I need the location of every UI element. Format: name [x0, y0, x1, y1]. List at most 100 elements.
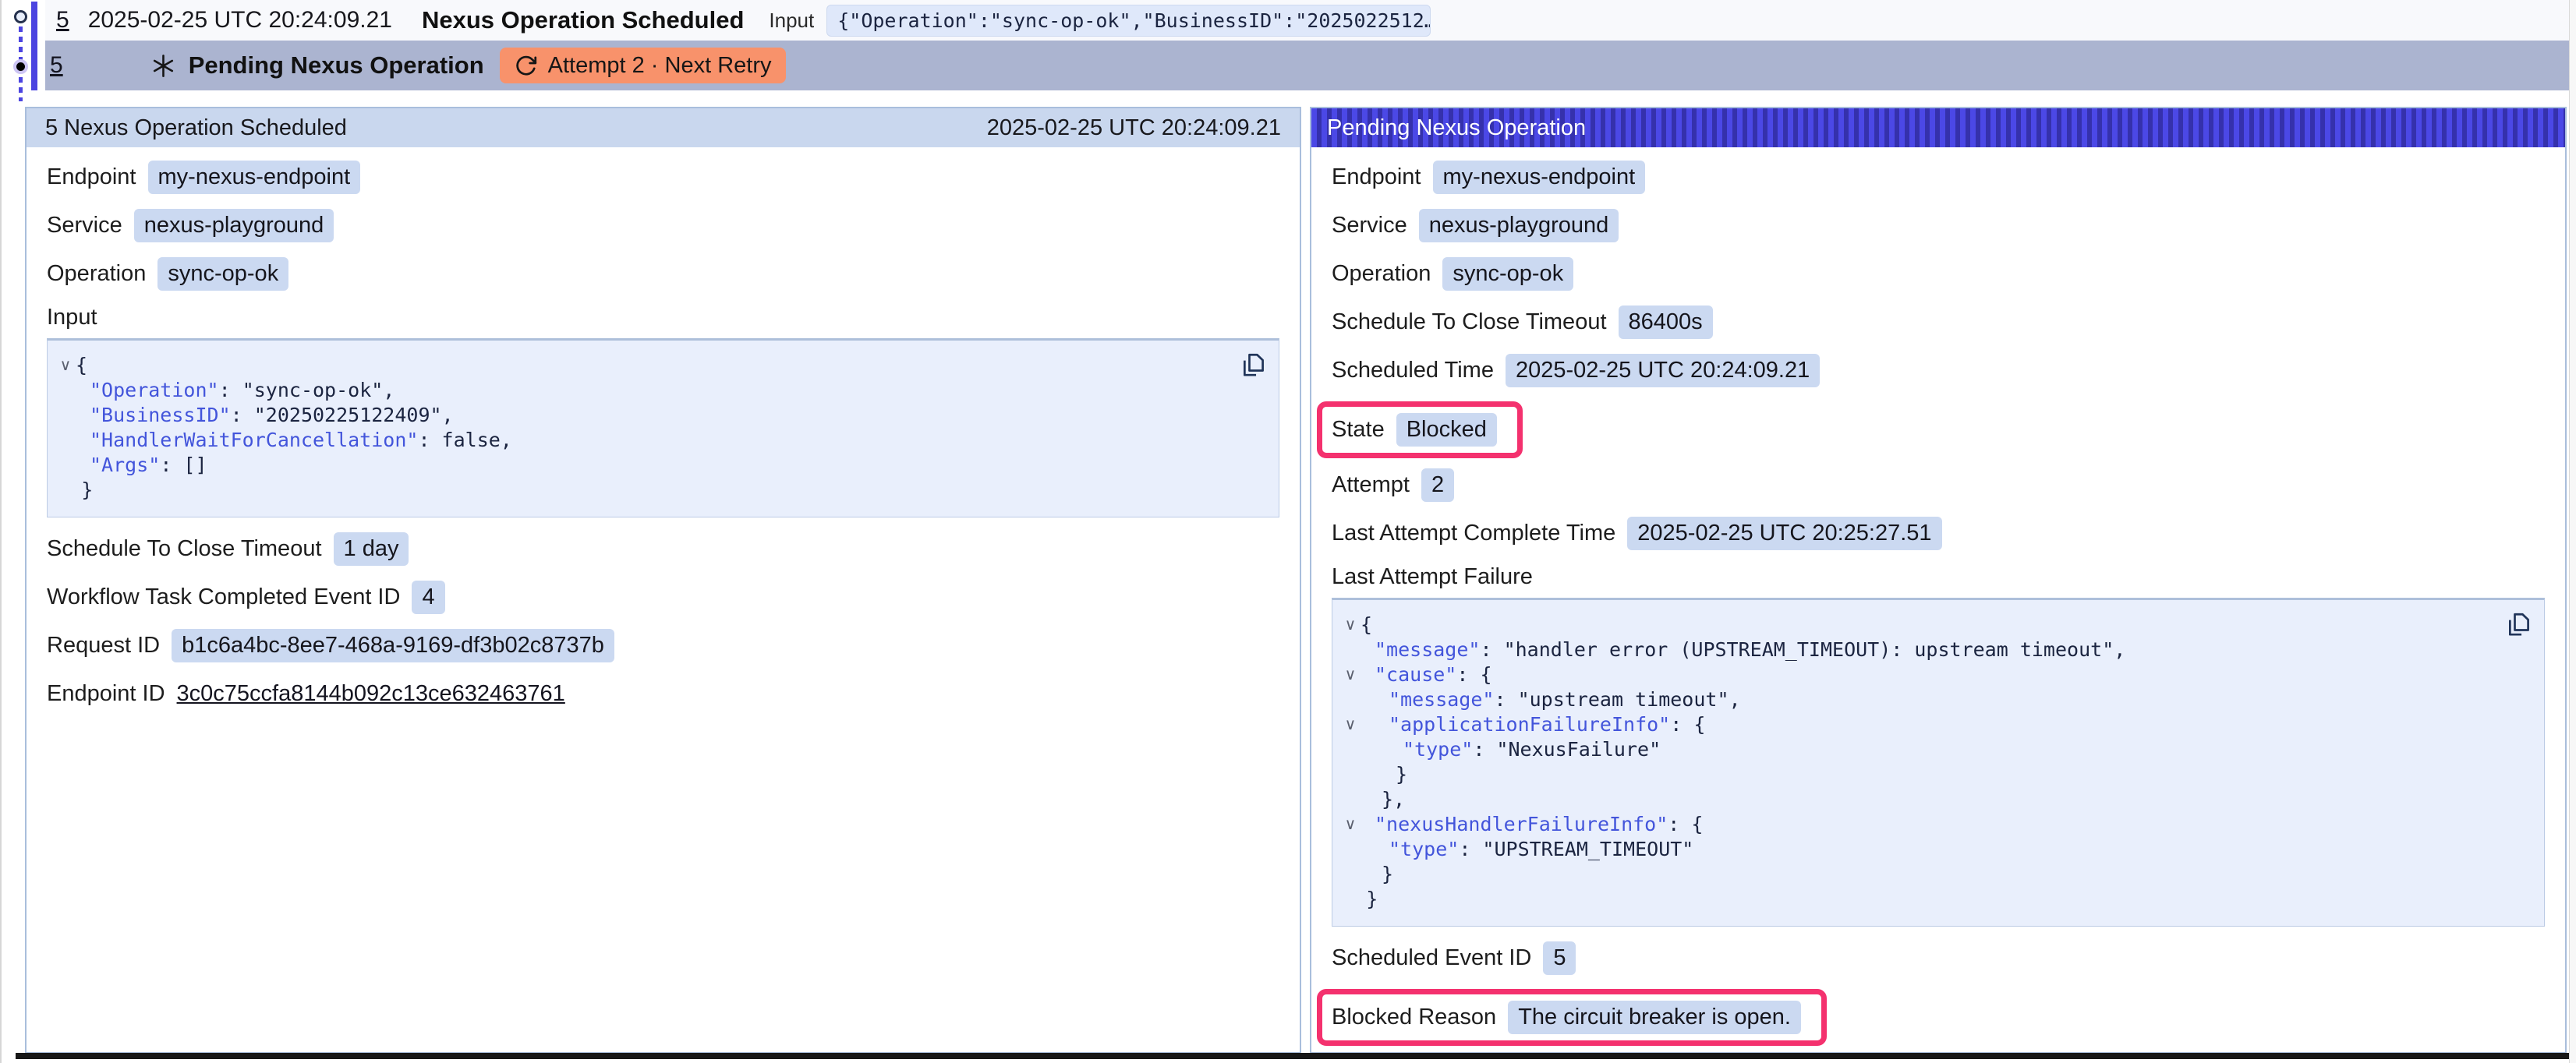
- event-row-pending[interactable]: 5 Pending Nexus Operation Attempt 2 · Ne…: [45, 41, 2576, 90]
- field-row-attempt: Attempt 2: [1332, 468, 1454, 502]
- field-label: Service: [47, 213, 122, 238]
- collapse-chevron-icon[interactable]: ∨: [55, 353, 76, 378]
- field-label: Workflow Task Completed Event ID: [47, 584, 400, 610]
- workflow-event-history-view: 5 2025-02-25 UTC 20:24:09.21 Nexus Opera…: [0, 0, 2576, 1063]
- copy-button[interactable]: [2503, 609, 2533, 639]
- field-row-workflow-task-completed-event-id: Workflow Task Completed Event ID 4: [47, 580, 445, 614]
- code-line: }: [1340, 887, 2489, 912]
- field-label: Endpoint: [1332, 164, 1421, 190]
- field-row-service: Service nexus-playground: [47, 208, 334, 242]
- event-id-link[interactable]: 5: [56, 7, 69, 34]
- event-detail-panels: 5 Nexus Operation Scheduled 2025-02-25 U…: [25, 107, 2567, 1054]
- collapse-chevron-icon[interactable]: ∨: [1340, 812, 1361, 837]
- field-value: 86400s: [1619, 305, 1713, 339]
- code-line: ∨"applicationFailureInfo": {: [1340, 712, 2489, 737]
- event-title: Nexus Operation Scheduled: [422, 6, 744, 34]
- field-row-endpoint-id: Endpoint ID 3c0c75ccfa8144b092c13ce632463…: [47, 676, 565, 711]
- section-bottom-divider: [16, 1053, 2570, 1059]
- field-row-request-id: Request IDb1c6a4bc-8ee7-468a-9169-df3b02…: [47, 628, 614, 662]
- field-label: Operation: [47, 261, 146, 287]
- input-section-label: Input: [47, 305, 1279, 330]
- event-row-scheduled[interactable]: 5 2025-02-25 UTC 20:24:09.21 Nexus Opera…: [45, 0, 2576, 41]
- pending-panel-header: Pending Nexus Operation: [1311, 108, 2565, 147]
- asterisk-icon: [150, 53, 176, 79]
- code-line: }: [1340, 862, 2489, 887]
- code-line: "message": "handler error (UPSTREAM_TIME…: [1340, 637, 2489, 662]
- failure-json-block: ∨{"message": "handler error (UPSTREAM_TI…: [1332, 598, 2545, 927]
- copy-button[interactable]: [1238, 350, 1268, 380]
- code-line: },: [1340, 787, 2489, 812]
- field-row-schedule-to-close-timeout: Schedule To Close Timeout 1 day: [47, 532, 409, 566]
- collapse-chevron-icon[interactable]: ∨: [1340, 712, 1361, 737]
- timeline-node-scheduled[interactable]: [14, 10, 27, 23]
- field-label: Operation: [1332, 261, 1431, 287]
- collapse-chevron-icon[interactable]: ∨: [1340, 662, 1361, 687]
- code-line: }: [55, 478, 1224, 503]
- copy-icon: [1239, 351, 1267, 379]
- retry-status-badge: Attempt 2 · Next Retry: [500, 48, 786, 83]
- field-row-state: State Blocked: [1317, 401, 1523, 458]
- field-row-schedule-to-close-timeout: Schedule To Close Timeout 86400s: [1332, 305, 1713, 339]
- timeline-node-pending[interactable]: [13, 59, 28, 74]
- field-value: nexus-playground: [134, 209, 334, 242]
- field-value: 4: [412, 581, 444, 614]
- field-value: b1c6a4bc-8ee7-468a-9169-df3b02c8737b: [172, 629, 614, 662]
- retry-icon: [514, 54, 538, 78]
- code-line: "HandlerWaitForCancellation": false,: [55, 428, 1224, 453]
- field-value: sync-op-ok: [157, 257, 288, 291]
- field-row-endpoint: Endpoint my-nexus-endpoint: [47, 160, 360, 194]
- field-label: Last Attempt Complete Time: [1332, 521, 1615, 546]
- field-label: Scheduled Time: [1332, 358, 1494, 383]
- field-value: my-nexus-endpoint: [1433, 161, 1646, 194]
- failure-section-label: Last Attempt Failure: [1332, 564, 2545, 590]
- field-value: 2: [1421, 468, 1454, 502]
- event-id-link[interactable]: 5: [50, 52, 63, 79]
- timeline-active-bar: [31, 2, 37, 90]
- code-line: }: [1340, 762, 2489, 787]
- code-line: ∨"nexusHandlerFailureInfo": {: [1340, 812, 2489, 837]
- code-line: ∨{: [55, 353, 1224, 378]
- code-line: "type": "UPSTREAM_TIMEOUT": [1340, 837, 2489, 862]
- field-label: Endpoint: [47, 164, 136, 190]
- field-row-blocked-reason: Blocked ReasonThe circuit breaker is ope…: [1317, 989, 1827, 1046]
- code-line: "message": "upstream timeout",: [1340, 687, 2489, 712]
- field-value: Blocked: [1396, 413, 1497, 447]
- field-label: Endpoint ID: [47, 681, 165, 707]
- input-preview-badge: {"Operation":"sync-op-ok","BusinessID":"…: [826, 5, 1431, 37]
- field-label: State: [1332, 417, 1385, 443]
- code-line: ∨{: [1340, 613, 2489, 637]
- field-row-scheduled-event-id: Scheduled Event ID 5: [1332, 941, 1576, 975]
- field-label: Blocked Reason: [1332, 1005, 1496, 1030]
- field-row-operation: Operation sync-op-ok: [47, 256, 288, 291]
- retry-badge-label: Attempt 2 · Next Retry: [548, 53, 772, 79]
- field-label: Attempt: [1332, 472, 1410, 498]
- field-row-endpoint: Endpoint my-nexus-endpoint: [1332, 160, 1645, 194]
- field-row-service: Servicenexus-playground: [1332, 208, 1619, 242]
- code-line: "BusinessID": "20250225122409",: [55, 403, 1224, 428]
- event-timestamp: 2025-02-25 UTC 20:24:09.21: [88, 7, 392, 34]
- field-row-last-attempt-complete-time: Last Attempt Complete Time 2025-02-25 UTC…: [1332, 516, 1942, 550]
- field-label: Scheduled Event ID: [1332, 945, 1531, 971]
- copy-icon: [2504, 610, 2532, 638]
- scheduled-event-panel: 5 Nexus Operation Scheduled 2025-02-25 U…: [25, 107, 1301, 1054]
- field-value[interactable]: 3c0c75ccfa8144b092c13ce632463761: [177, 681, 565, 707]
- field-value: 1 day: [334, 532, 409, 566]
- scrollbar[interactable]: [2569, 0, 2576, 1063]
- field-value: 5: [1543, 941, 1576, 975]
- field-label: Schedule To Close Timeout: [47, 536, 322, 562]
- input-label: Input: [769, 9, 814, 33]
- collapse-chevron-icon[interactable]: ∨: [1340, 613, 1361, 637]
- field-value: my-nexus-endpoint: [148, 161, 361, 194]
- field-value: sync-op-ok: [1442, 257, 1573, 291]
- field-label: Schedule To Close Timeout: [1332, 309, 1607, 335]
- pending-operation-panel: Pending Nexus Operation Endpoint my-nexus…: [1310, 107, 2567, 1054]
- code-line: ∨"cause": {: [1340, 662, 2489, 687]
- event-title: Pending Nexus Operation: [189, 51, 484, 79]
- field-row-scheduled-time: Scheduled Time2025-02-25 UTC 20:24:09.21: [1332, 353, 1820, 387]
- field-value: 2025-02-25 UTC 20:25:27.51: [1627, 517, 1941, 550]
- field-value: nexus-playground: [1419, 209, 1619, 242]
- panel-title: 5 Nexus Operation Scheduled: [45, 115, 347, 141]
- panel-timestamp: 2025-02-25 UTC 20:24:09.21: [987, 115, 1281, 141]
- code-line: "type": "NexusFailure": [1340, 737, 2489, 762]
- scheduled-panel-header: 5 Nexus Operation Scheduled 2025-02-25 U…: [27, 108, 1300, 147]
